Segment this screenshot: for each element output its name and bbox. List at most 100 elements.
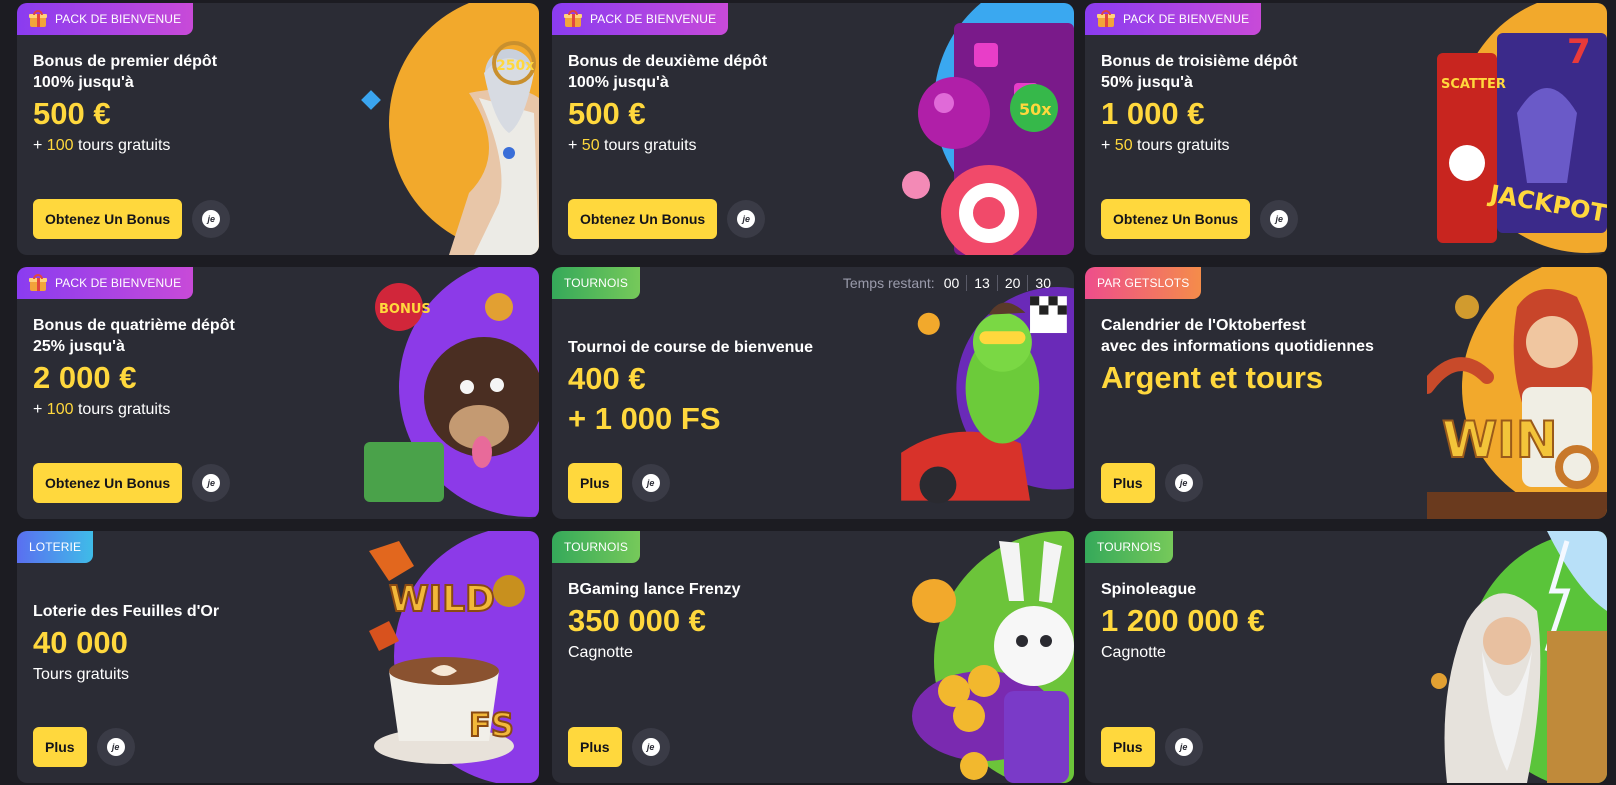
svg-text:50x: 50x bbox=[1019, 100, 1052, 119]
promo-card-lottery[interactable]: LOTERIE WILD FS Loterie des Feuilles d'O… bbox=[17, 531, 539, 783]
je-icon: je bbox=[737, 210, 756, 228]
je-button[interactable]: je bbox=[1164, 728, 1203, 766]
promo-actions: Plus je bbox=[1101, 727, 1203, 767]
promo-actions: Obtenez Un Bonus je bbox=[33, 199, 231, 239]
coffee-leaves-illustration: WILD FS bbox=[369, 531, 539, 783]
promo-amount: 500 € bbox=[568, 96, 646, 131]
promo-badge: LOTERIE bbox=[17, 531, 94, 563]
more-button[interactable]: Plus bbox=[568, 727, 622, 767]
promo-actions: Obtenez Un Bonus je bbox=[33, 463, 231, 503]
promo-card-oktoberfest[interactable]: PAR GETSLOTS WIN Calendrier de l'Oktober… bbox=[1085, 267, 1607, 519]
promo-subtitle: 100% jusqu'à bbox=[33, 74, 134, 91]
promo-card-second-deposit[interactable]: PACK DE BIENVENUE 50x Bonus de deuxième … bbox=[552, 3, 1074, 255]
je-icon: je bbox=[1174, 738, 1193, 756]
promo-detail: + 50 tours gratuits bbox=[1101, 137, 1230, 154]
timer-minutes: 20 bbox=[996, 275, 1028, 291]
timer-seconds: 30 bbox=[1027, 275, 1058, 291]
promo-badge: TOURNOIS bbox=[552, 267, 640, 299]
get-bonus-button[interactable]: Obtenez Un Bonus bbox=[568, 199, 718, 239]
promo-content: Loterie des Feuilles d'Or 40 000 Tours g… bbox=[33, 601, 373, 686]
countdown-timer: Temps restant: 00 13 20 30 bbox=[843, 275, 1058, 291]
zeus-illustration: 250x bbox=[361, 3, 539, 255]
je-button[interactable]: je bbox=[192, 200, 231, 238]
jackpot-illustration: JACKPOT SCATTER 7 bbox=[1437, 3, 1607, 253]
promo-card-third-deposit[interactable]: PACK DE BIENVENUE JACKPOT SCATTER 7 Bonu… bbox=[1085, 3, 1607, 255]
get-bonus-button[interactable]: Obtenez Un Bonus bbox=[33, 463, 183, 503]
promo-content: Tournoi de course de bienvenue 400 € + 1… bbox=[568, 337, 908, 438]
rabbit-illustration bbox=[912, 531, 1074, 783]
promo-detail: + 50 tours gratuits bbox=[568, 137, 697, 154]
promo-subtitle: 50% jusqu'à bbox=[1101, 74, 1193, 91]
promo-subtitle: 100% jusqu'à bbox=[568, 74, 669, 91]
gift-icon bbox=[1097, 10, 1115, 28]
je-button[interactable]: je bbox=[1260, 200, 1299, 238]
more-button[interactable]: Plus bbox=[568, 463, 622, 503]
promo-amount: 40 000 bbox=[33, 625, 128, 660]
oktoberfest-illustration: WIN bbox=[1427, 267, 1607, 519]
promo-content: Calendrier de l'Oktoberfest avec des inf… bbox=[1101, 315, 1441, 397]
dog-illustration: BONUS bbox=[364, 267, 539, 517]
promo-amount: 500 € bbox=[33, 96, 111, 131]
promo-amount: 1 000 € bbox=[1101, 96, 1205, 131]
je-button[interactable]: je bbox=[1164, 464, 1203, 502]
je-icon: je bbox=[641, 738, 660, 756]
promo-title: Tournoi de course de bienvenue bbox=[568, 339, 814, 356]
je-button[interactable]: je bbox=[631, 464, 670, 502]
timer-hours: 13 bbox=[966, 275, 997, 291]
promo-title: Loterie des Feuilles d'Or bbox=[33, 603, 220, 620]
je-icon: je bbox=[202, 474, 221, 492]
promo-actions: Plus je bbox=[568, 727, 670, 767]
promo-detail: Tours gratuits bbox=[33, 666, 130, 683]
promo-badge: TOURNOIS bbox=[1085, 531, 1173, 563]
promo-title: Calendrier de l'Oktoberfest bbox=[1101, 317, 1306, 334]
promo-badge: PACK DE BIENVENUE bbox=[552, 3, 729, 35]
promo-content: Bonus de premier dépôt 100% jusqu'à 500 … bbox=[33, 51, 373, 157]
promo-subtitle: avec des informations quotidiennes bbox=[1101, 338, 1374, 355]
zeus-lightning-illustration bbox=[1431, 531, 1607, 783]
more-button[interactable]: Plus bbox=[33, 727, 87, 767]
promo-amount: 400 € bbox=[568, 361, 646, 396]
je-button[interactable]: je bbox=[96, 728, 135, 766]
promo-content: BGaming lance Frenzy 350 000 € Cagnotte bbox=[568, 579, 908, 664]
promo-detail: Cagnotte bbox=[568, 644, 633, 661]
promo-content: Bonus de troisième dépôt 50% jusqu'à 1 0… bbox=[1101, 51, 1441, 157]
promo-card-spinoleague[interactable]: TOURNOIS Spinoleague 1 200 000 € Cagnott… bbox=[1085, 531, 1607, 783]
promo-amount: 2 000 € bbox=[33, 360, 137, 395]
svg-text:WIN: WIN bbox=[1442, 411, 1558, 469]
get-bonus-button[interactable]: Obtenez Un Bonus bbox=[1101, 199, 1251, 239]
je-button[interactable]: je bbox=[631, 728, 670, 766]
promo-card-welcome-race[interactable]: TOURNOIS Temps restant: 00 13 20 30 Tour… bbox=[552, 267, 1074, 519]
svg-text:WILD: WILD bbox=[389, 579, 495, 620]
promo-actions: Plus je bbox=[33, 727, 135, 767]
promo-badge: TOURNOIS bbox=[552, 531, 640, 563]
promo-card-bgaming-frenzy[interactable]: TOURNOIS BGaming lance Frenzy 350 000 € … bbox=[552, 531, 1074, 783]
promo-title: Bonus de troisième dépôt bbox=[1101, 53, 1298, 70]
je-button[interactable]: je bbox=[192, 464, 231, 502]
je-icon: je bbox=[106, 738, 125, 756]
promo-detail: + 100 tours gratuits bbox=[33, 137, 171, 154]
promo-detail: Cagnotte bbox=[1101, 644, 1166, 661]
promo-badge: PAR GETSLOTS bbox=[1085, 267, 1202, 299]
promo-title: Bonus de deuxième dépôt bbox=[568, 53, 768, 70]
je-button[interactable]: je bbox=[727, 200, 766, 238]
svg-text:BONUS: BONUS bbox=[379, 302, 431, 317]
more-button[interactable]: Plus bbox=[1101, 727, 1155, 767]
candy-illustration: 50x bbox=[902, 3, 1074, 255]
je-icon: je bbox=[641, 474, 660, 492]
more-button[interactable]: Plus bbox=[1101, 463, 1155, 503]
promo-badge: PACK DE BIENVENUE bbox=[1085, 3, 1262, 35]
promo-card-first-deposit[interactable]: PACK DE BIENVENUE 250x Bonus de premier … bbox=[17, 3, 539, 255]
promo-content: Bonus de quatrième dépôt 25% jusqu'à 2 0… bbox=[33, 315, 373, 421]
promo-amount: Argent et tours bbox=[1101, 360, 1324, 395]
promo-title: Bonus de quatrième dépôt bbox=[33, 317, 235, 334]
promo-title: Spinoleague bbox=[1101, 581, 1197, 598]
je-icon: je bbox=[1174, 474, 1193, 492]
promo-actions: Plus je bbox=[568, 463, 670, 503]
timer-days: 00 bbox=[943, 275, 960, 291]
promo-actions: Plus je bbox=[1101, 463, 1203, 503]
promo-amount-secondary: + 1 000 FS bbox=[568, 401, 721, 436]
promo-card-fourth-deposit[interactable]: PACK DE BIENVENUE BONUS Bonus de quatriè… bbox=[17, 267, 539, 519]
promo-actions: Obtenez Un Bonus je bbox=[1101, 199, 1299, 239]
je-icon: je bbox=[1270, 210, 1289, 228]
get-bonus-button[interactable]: Obtenez Un Bonus bbox=[33, 199, 183, 239]
